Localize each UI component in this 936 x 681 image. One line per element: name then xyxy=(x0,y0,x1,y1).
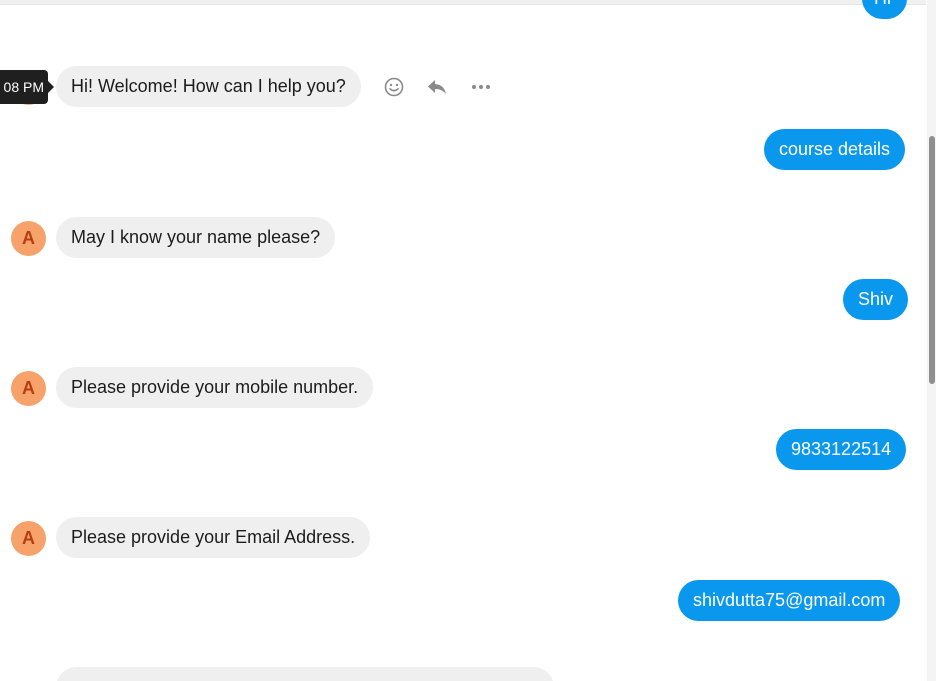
incoming-message-welcome[interactable]: Hi! Welcome! How can I help you? xyxy=(56,66,361,107)
outgoing-message-hi[interactable]: Hi xyxy=(862,0,907,19)
outgoing-message-mobile[interactable]: 9833122514 xyxy=(776,429,907,470)
more-options-icon[interactable] xyxy=(468,74,494,100)
bot-avatar: A xyxy=(11,521,46,556)
bot-avatar: A xyxy=(11,371,46,406)
incoming-message-ask-mobile[interactable]: Please provide your mobile number. xyxy=(56,367,374,408)
incoming-message-ask-email[interactable]: Please provide your Email Address. xyxy=(56,517,371,558)
message-text: Hi! Welcome! How can I help you? xyxy=(71,76,346,96)
message-text: Shiv xyxy=(858,289,894,309)
scrollbar-thumb[interactable] xyxy=(929,136,935,384)
outgoing-message-course-details[interactable]: course details xyxy=(764,129,906,170)
message-text: 9833122514 xyxy=(791,439,892,459)
outgoing-message-name[interactable]: Shiv xyxy=(843,279,909,320)
message-text: May I know your name please? xyxy=(71,227,321,247)
outgoing-message-email[interactable]: shivdutta75@gmail.com xyxy=(678,580,901,621)
reply-icon[interactable] xyxy=(424,74,450,100)
emoji-icon[interactable] xyxy=(381,74,407,100)
chat-thread: Hi A 08 PM Hi! Welcome! How can I help y… xyxy=(0,0,936,681)
message-text: shivdutta75@gmail.com xyxy=(693,590,886,610)
incoming-message-ask-name[interactable]: May I know your name please? xyxy=(56,217,336,258)
message-text: course details xyxy=(779,139,891,159)
message-text: Hi xyxy=(874,0,891,8)
header-divider xyxy=(0,0,926,5)
timestamp-tooltip: 08 PM xyxy=(0,70,54,104)
message-text: Please provide your mobile number. xyxy=(71,377,359,397)
incoming-message-partial[interactable] xyxy=(56,667,554,681)
message-text: Please provide your Email Address. xyxy=(71,527,356,547)
bot-avatar: A xyxy=(11,221,46,256)
